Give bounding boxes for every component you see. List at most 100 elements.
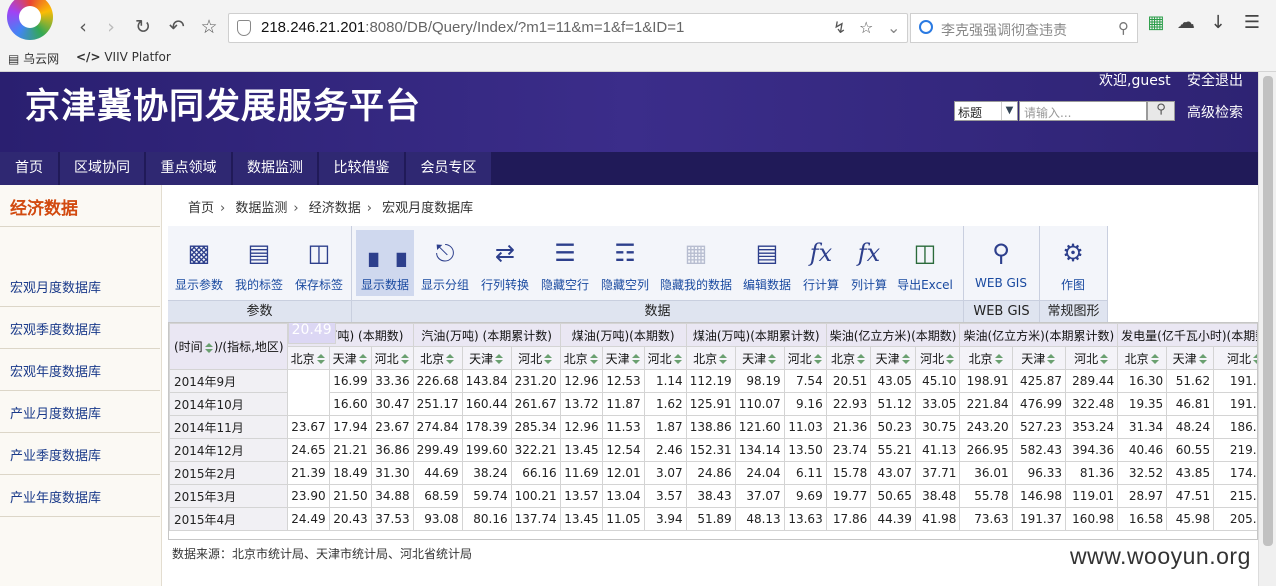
- table-cell[interactable]: 36.01: [959, 461, 1013, 485]
- table-cell[interactable]: 11.03: [783, 415, 827, 439]
- sidebar-item-macro-yearly[interactable]: 宏观年度数据库: [0, 349, 160, 391]
- region-header[interactable]: 天津: [461, 346, 512, 370]
- table-cell[interactable]: 191.13: [1213, 392, 1257, 416]
- table-cell[interactable]: 16.30: [1117, 369, 1168, 393]
- table-cell[interactable]: 19.77: [825, 484, 872, 508]
- table-cell[interactable]: 205.40: [1213, 507, 1257, 531]
- table-cell[interactable]: 121.60: [734, 415, 785, 439]
- plot-button[interactable]: ⚙ 作图: [1044, 230, 1102, 296]
- table-cell[interactable]: 16.99: [328, 369, 372, 393]
- table-cell[interactable]: 37.71: [914, 461, 961, 485]
- table-cell[interactable]: 37.53: [370, 507, 414, 531]
- table-cell[interactable]: 55.21: [870, 438, 916, 462]
- table-cell[interactable]: 11.87: [601, 392, 645, 416]
- table-cell[interactable]: 191.37: [1011, 507, 1067, 531]
- sort-icon[interactable]: [1198, 354, 1208, 364]
- nav-data-monitor[interactable]: 数据监测: [233, 152, 319, 185]
- table-cell[interactable]: 11.69: [559, 461, 603, 485]
- table-cell[interactable]: 152.31: [685, 438, 736, 462]
- table-cell[interactable]: 13.63: [783, 507, 827, 531]
- table-cell[interactable]: 160.98: [1064, 507, 1119, 531]
- table-cell[interactable]: 289.44: [1064, 369, 1119, 393]
- table-cell[interactable]: 394.36: [1064, 438, 1119, 462]
- transpose-button[interactable]: ⇄ 行列转换: [476, 230, 534, 296]
- show-data-button[interactable]: ▖▗ 显示数据: [356, 230, 414, 296]
- table-cell[interactable]: 24.65: [286, 438, 330, 462]
- region-header[interactable]: 河北: [1213, 346, 1257, 370]
- search-icon[interactable]: ⚲: [1118, 19, 1129, 37]
- table-cell[interactable]: 1.62: [643, 392, 687, 416]
- table-cell[interactable]: 231.20: [510, 369, 561, 393]
- table-cell[interactable]: 191.29: [1213, 369, 1257, 393]
- table-cell[interactable]: 146.98: [1011, 484, 1067, 508]
- table-cell[interactable]: 13.57: [559, 484, 603, 508]
- logout-link[interactable]: 安全退出: [1187, 70, 1243, 90]
- table-cell[interactable]: 23.90: [286, 484, 330, 508]
- table-cell[interactable]: 9.69: [783, 484, 827, 508]
- sort-icon[interactable]: [994, 354, 1004, 364]
- region-header[interactable]: 北京: [959, 346, 1013, 370]
- table-cell[interactable]: 38.43: [685, 484, 736, 508]
- table-cell[interactable]: 22.93: [825, 392, 872, 416]
- table-cell[interactable]: 13.45: [559, 438, 603, 462]
- sort-icon[interactable]: [1150, 354, 1160, 364]
- download-icon[interactable]: ↓: [1204, 12, 1232, 33]
- table-cell[interactable]: 243.20: [959, 415, 1013, 439]
- region-header[interactable]: 天津: [734, 346, 785, 370]
- table-cell[interactable]: 6.11: [783, 461, 827, 485]
- breadcrumb-item[interactable]: 宏观月度数据库: [382, 201, 473, 216]
- lightning-icon[interactable]: ↯: [833, 18, 846, 37]
- nav-key-areas[interactable]: 重点领域: [146, 152, 233, 185]
- sidebar-item-industry-quarterly[interactable]: 产业季度数据库: [0, 433, 160, 475]
- table-cell[interactable]: 43.07: [870, 461, 916, 485]
- table-cell[interactable]: 100.21: [510, 484, 561, 508]
- table-cell[interactable]: 50.65: [870, 484, 916, 508]
- table-cell[interactable]: 527.23: [1011, 415, 1067, 439]
- table-cell[interactable]: 31.34: [1117, 415, 1168, 439]
- data-table-container[interactable]: (时间)/(指标,地区) 汽油(万吨) (本期数) 汽油(万吨) (本期累计数) 煤…: [168, 322, 1258, 540]
- search-field-select[interactable]: 标题 ▼: [954, 101, 1018, 121]
- table-cell[interactable]: 582.43: [1011, 438, 1067, 462]
- sidebar-item-macro-quarterly[interactable]: 宏观季度数据库: [0, 307, 160, 349]
- table-cell[interactable]: 66.16: [510, 461, 561, 485]
- my-tags-button[interactable]: ▤ 我的标签: [230, 230, 288, 296]
- region-header[interactable]: 北京: [685, 346, 736, 370]
- table-cell[interactable]: 23.74: [825, 438, 872, 462]
- web-gis-button[interactable]: ⚲ WEB GIS: [972, 230, 1030, 296]
- bookmark-viiv[interactable]: </> VIIV Platfor: [76, 50, 171, 64]
- table-cell[interactable]: 23.67: [286, 415, 330, 439]
- table-cell[interactable]: 7.54: [783, 369, 827, 393]
- table-cell[interactable]: 178.39: [461, 415, 512, 439]
- show-group-button[interactable]: ⎋ 显示分组: [416, 230, 474, 296]
- table-cell[interactable]: 16.58: [1117, 507, 1168, 531]
- sort-icon[interactable]: [857, 354, 866, 364]
- breadcrumb-item[interactable]: 数据监测: [235, 201, 287, 216]
- cloud-icon[interactable]: ☁: [1172, 12, 1200, 33]
- hide-my-data-button[interactable]: ▦ 隐藏我的数据: [656, 230, 736, 296]
- table-cell[interactable]: 219.98: [1213, 438, 1257, 462]
- back-icon[interactable]: ‹: [70, 14, 96, 40]
- table-cell[interactable]: 21.39: [286, 461, 330, 485]
- table-cell[interactable]: 1.87: [643, 415, 687, 439]
- table-cell[interactable]: 48.13: [734, 507, 785, 531]
- table-cell[interactable]: 51.12: [870, 392, 916, 416]
- table-cell[interactable]: 34.88: [370, 484, 414, 508]
- region-header[interactable]: 天津: [870, 346, 916, 370]
- table-cell[interactable]: 3.94: [643, 507, 687, 531]
- region-header[interactable]: 天津: [1011, 346, 1067, 370]
- menu-icon[interactable]: ☰: [1238, 12, 1266, 33]
- table-cell[interactable]: 98.19: [734, 369, 785, 393]
- sort-icon[interactable]: [946, 354, 955, 364]
- table-cell[interactable]: 31.30: [370, 461, 414, 485]
- table-cell[interactable]: 3.07: [643, 461, 687, 485]
- page-scrollbar[interactable]: [1258, 72, 1276, 586]
- table-cell[interactable]: 45.10: [914, 369, 961, 393]
- region-header[interactable]: 北京: [559, 346, 603, 370]
- region-header[interactable]: 天津: [601, 346, 645, 370]
- table-cell[interactable]: 23.67: [370, 415, 414, 439]
- sidebar-item-macro-monthly[interactable]: 宏观月度数据库: [0, 265, 160, 307]
- table-cell[interactable]: 13.04: [601, 484, 645, 508]
- region-header[interactable]: 河北: [1064, 346, 1119, 370]
- table-cell[interactable]: 11.53: [601, 415, 645, 439]
- table-cell[interactable]: 41.98: [914, 507, 961, 531]
